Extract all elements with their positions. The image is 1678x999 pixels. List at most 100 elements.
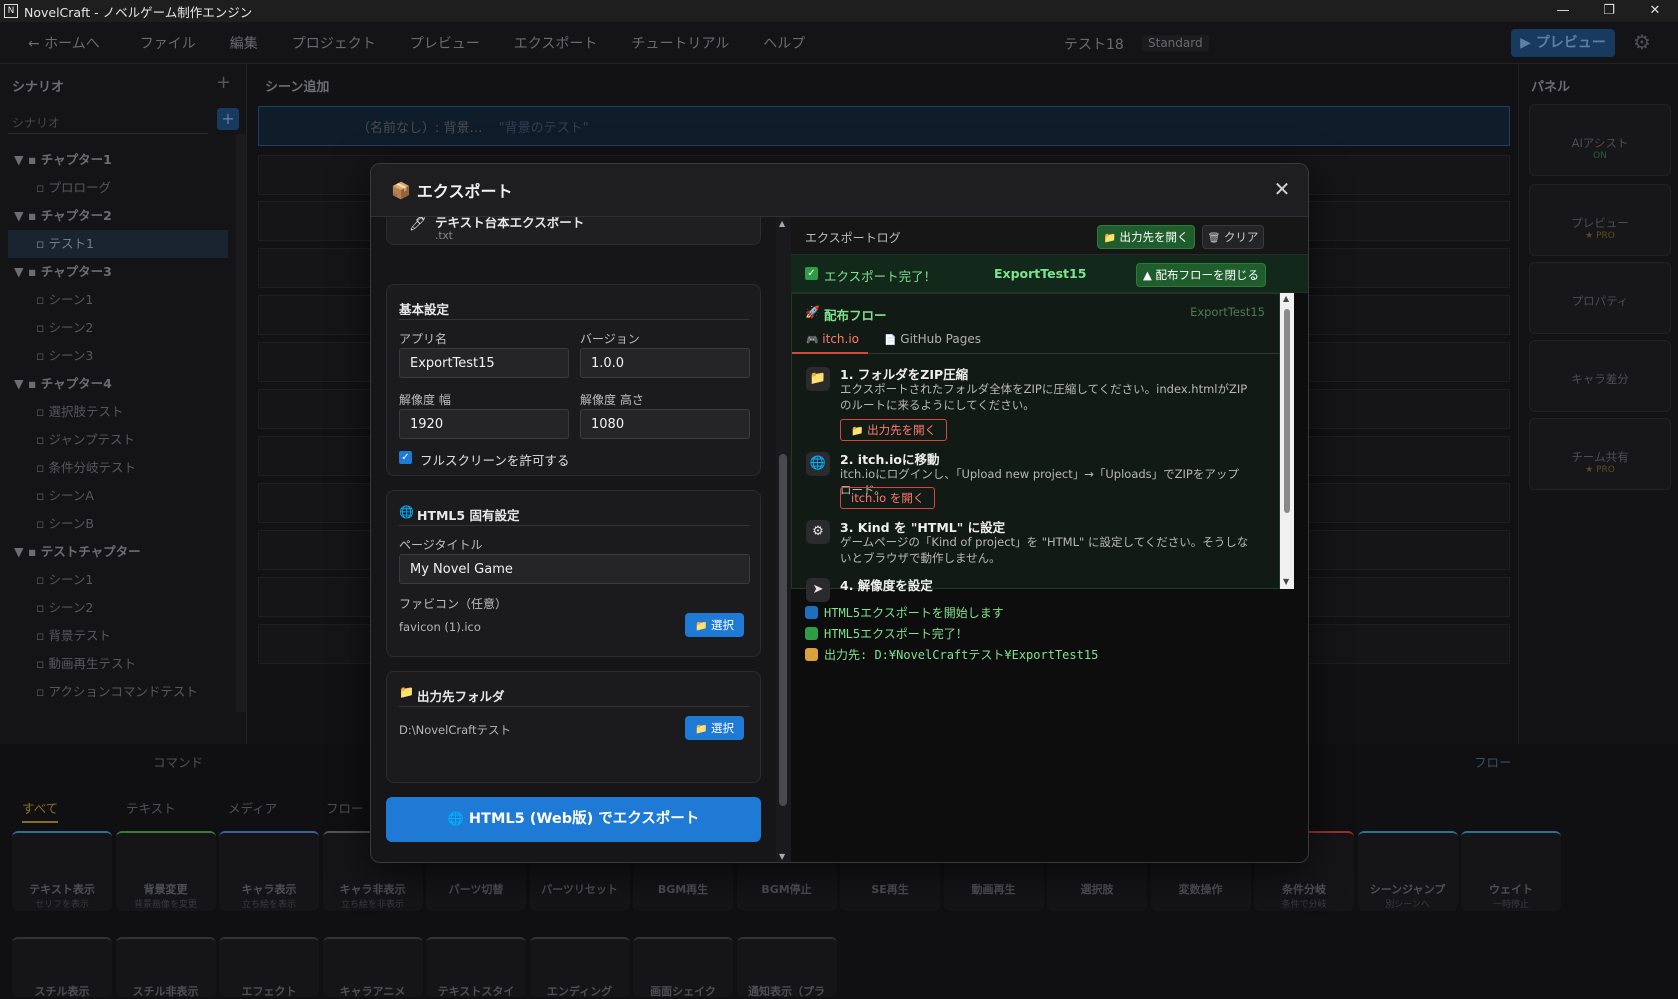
scroll-down-icon[interactable]: ▼ — [1283, 577, 1289, 586]
step-3-desc: ゲームページの「Kind of project」を "HTML" に設定してくだ… — [840, 535, 1249, 565]
text-export-ext: .txt — [435, 230, 453, 242]
app-logo-icon: N — [4, 4, 18, 18]
flow-name: ExportTest15 — [1190, 305, 1265, 319]
package-icon: 📦 — [391, 180, 411, 200]
fullscreen-checkbox[interactable]: ✓ — [399, 451, 412, 464]
globe-icon — [805, 606, 818, 619]
width-field[interactable] — [399, 409, 569, 439]
app-name-label: アプリ名 — [399, 332, 448, 346]
fullscreen-label: フルスクリーンを許可する — [420, 453, 570, 468]
divider — [399, 319, 749, 320]
file-icon: 📄 — [884, 335, 897, 346]
divider — [399, 706, 749, 707]
folder-icon: 📁 — [399, 685, 414, 699]
tab-github-label: GitHub Pages — [900, 332, 981, 346]
tab-itchio-label: itch.io — [822, 332, 860, 346]
check-icon: ✓ — [805, 267, 818, 280]
modal-header: 📦 エクスポート ✕ — [371, 164, 1308, 217]
text-export-card[interactable]: 🖊 テキスト台本エクスポート .txt — [386, 217, 761, 245]
flow-title: 配布フロー — [824, 308, 887, 323]
height-field[interactable] — [580, 409, 750, 439]
basic-settings-title: 基本設定 — [399, 302, 450, 317]
log-header: エクスポートログ 📁 出力先を開く 🗑 クリア — [791, 217, 1308, 255]
clear-label: クリア — [1223, 230, 1259, 244]
folder-icon: 📁 — [694, 724, 708, 735]
favicon-select-button[interactable]: 📁 選択 — [685, 613, 744, 637]
globe-icon: 🌐 — [399, 505, 414, 519]
restore-icon[interactable]: ❐ — [1586, 0, 1632, 22]
output-select-button[interactable]: 📁 選択 — [685, 716, 744, 740]
check-icon — [805, 627, 818, 640]
folder-icon: 📁 — [851, 426, 864, 437]
globe-icon: 🌐 — [806, 452, 830, 476]
favicon-label: ファビコン（任意） — [399, 597, 508, 611]
export-log-column: エクスポートログ 📁 出力先を開く 🗑 クリア ✓ エクスポート完了！ Expo… — [791, 217, 1308, 862]
scroll-down-icon[interactable]: ▼ — [779, 852, 785, 861]
divider — [399, 525, 749, 526]
app-name-field[interactable] — [399, 348, 569, 378]
log-line: 出力先: D:¥NovelCraftテスト¥ExportTest15 — [805, 646, 1098, 663]
log-lines: HTML5エクスポートを開始します HTML5エクスポート完了！ 出力先: D:… — [791, 589, 1308, 862]
open-output-label: 出力先を開く — [1119, 230, 1189, 244]
rocket-icon: 🚀 — [805, 305, 820, 319]
html5-export-button[interactable]: 🌐 HTML5 (Web版) でエクスポート — [386, 797, 761, 842]
log-text: HTML5エクスポートを開始します — [824, 606, 1004, 620]
page-title-label: ページタイトル — [399, 538, 483, 552]
folder-icon — [805, 648, 818, 661]
step-button-label: 出力先を開く — [867, 423, 937, 437]
minimize-icon[interactable]: — — [1540, 0, 1586, 22]
version-label: バージョン — [580, 332, 640, 346]
settings-scrollbar[interactable]: ▲ ▼ — [776, 217, 791, 862]
select-label: 選択 — [711, 618, 735, 632]
gear-icon: ⚙ — [806, 520, 830, 544]
done-text: エクスポート完了！ — [824, 269, 937, 284]
text-export-title: テキスト台本エクスポート — [435, 217, 585, 230]
scroll-up-icon[interactable]: ▲ — [1283, 294, 1289, 303]
gamepad-icon: 🎮 — [806, 335, 819, 346]
tab-itchio[interactable]: 🎮 itch.io — [792, 330, 868, 354]
version-field[interactable] — [580, 348, 750, 378]
html5-settings-title: HTML5 固有設定 — [417, 508, 520, 523]
output-path: D:\NovelCraftテスト — [399, 723, 511, 737]
folder-icon: 📁 — [694, 621, 708, 632]
width-label: 解像度 幅 — [399, 393, 451, 407]
flow-scrollbar[interactable]: ▲ ▼ — [1280, 293, 1294, 589]
open-output-button[interactable]: 📁 出力先を開く — [1097, 225, 1195, 249]
output-folder-title: 出力先フォルダ — [417, 689, 505, 704]
scrollbar-thumb[interactable] — [1284, 309, 1290, 513]
scrollbar-thumb[interactable] — [779, 454, 787, 806]
close-window-icon[interactable]: ✕ — [1632, 0, 1678, 22]
page-title-field[interactable] — [399, 554, 750, 584]
clear-button[interactable]: 🗑 クリア — [1202, 225, 1264, 249]
html5-settings-card: 🌐 HTML5 固有設定 ページタイトル ファビコン（任意） favicon (… — [386, 490, 761, 657]
open-itchio-button[interactable]: itch.io を開く — [840, 487, 936, 509]
tab-github-pages[interactable]: 📄 GitHub Pages — [884, 332, 981, 346]
output-folder-card: 📁 出力先フォルダ D:\NovelCraftテスト 📁 選択 — [386, 671, 761, 783]
window-title: NovelCraft - ノベルゲーム制作エンジン — [24, 4, 253, 20]
log-line: HTML5エクスポート完了！ — [805, 625, 968, 642]
export-modal: 📦 エクスポート ✕ 🖊 テキスト台本エクスポート .txt 基本設定 アプリ名… — [370, 163, 1309, 863]
done-name: ExportTest15 — [994, 266, 1087, 281]
trash-icon: 🗑 — [1207, 233, 1221, 244]
export-done-bar: ✓ エクスポート完了！ ExportTest15 ▲ 配布フローを閉じる — [791, 255, 1308, 293]
step-open-output-button[interactable]: 📁 出力先を開く — [840, 419, 948, 441]
export-button-label: HTML5 (Web版) でエクスポート — [468, 811, 700, 827]
window-titlebar: N NovelCraft - ノベルゲーム制作エンジン — ❐ ✕ — [0, 0, 1678, 22]
basic-settings-card: 基本設定 アプリ名 バージョン 解像度 幅 解像度 高さ ✓ フルスクリーンを許… — [386, 284, 761, 476]
log-text: 出力先: D:¥NovelCraftテスト¥ExportTest15 — [824, 648, 1099, 662]
folder-icon: 📁 — [1103, 233, 1116, 244]
log-text: HTML5エクスポート完了！ — [824, 627, 968, 641]
scroll-up-icon[interactable]: ▲ — [779, 219, 785, 228]
export-settings-column: 🖊 テキスト台本エクスポート .txt 基本設定 アプリ名 バージョン 解像度 … — [371, 217, 776, 862]
log-title: エクスポートログ — [805, 231, 901, 245]
close-icon[interactable]: ✕ — [1270, 178, 1294, 202]
log-line: HTML5エクスポートを開始します — [805, 604, 1004, 621]
step-1-desc: エクスポートされたフォルダ全体をZIPに圧縮してください。index.htmlが… — [840, 382, 1248, 412]
modal-title: エクスポート — [416, 182, 513, 201]
select-label: 選択 — [711, 721, 735, 735]
close-flow-button[interactable]: ▲ 配布フローを閉じる — [1136, 263, 1266, 287]
distribution-flow: 🚀 配布フロー ExportTest15 🎮 itch.io 📄 GitHub … — [791, 293, 1281, 602]
height-label: 解像度 高さ — [580, 393, 644, 407]
globe-icon: 🌐 — [447, 812, 464, 827]
pen-icon: 🖊 — [409, 217, 427, 232]
